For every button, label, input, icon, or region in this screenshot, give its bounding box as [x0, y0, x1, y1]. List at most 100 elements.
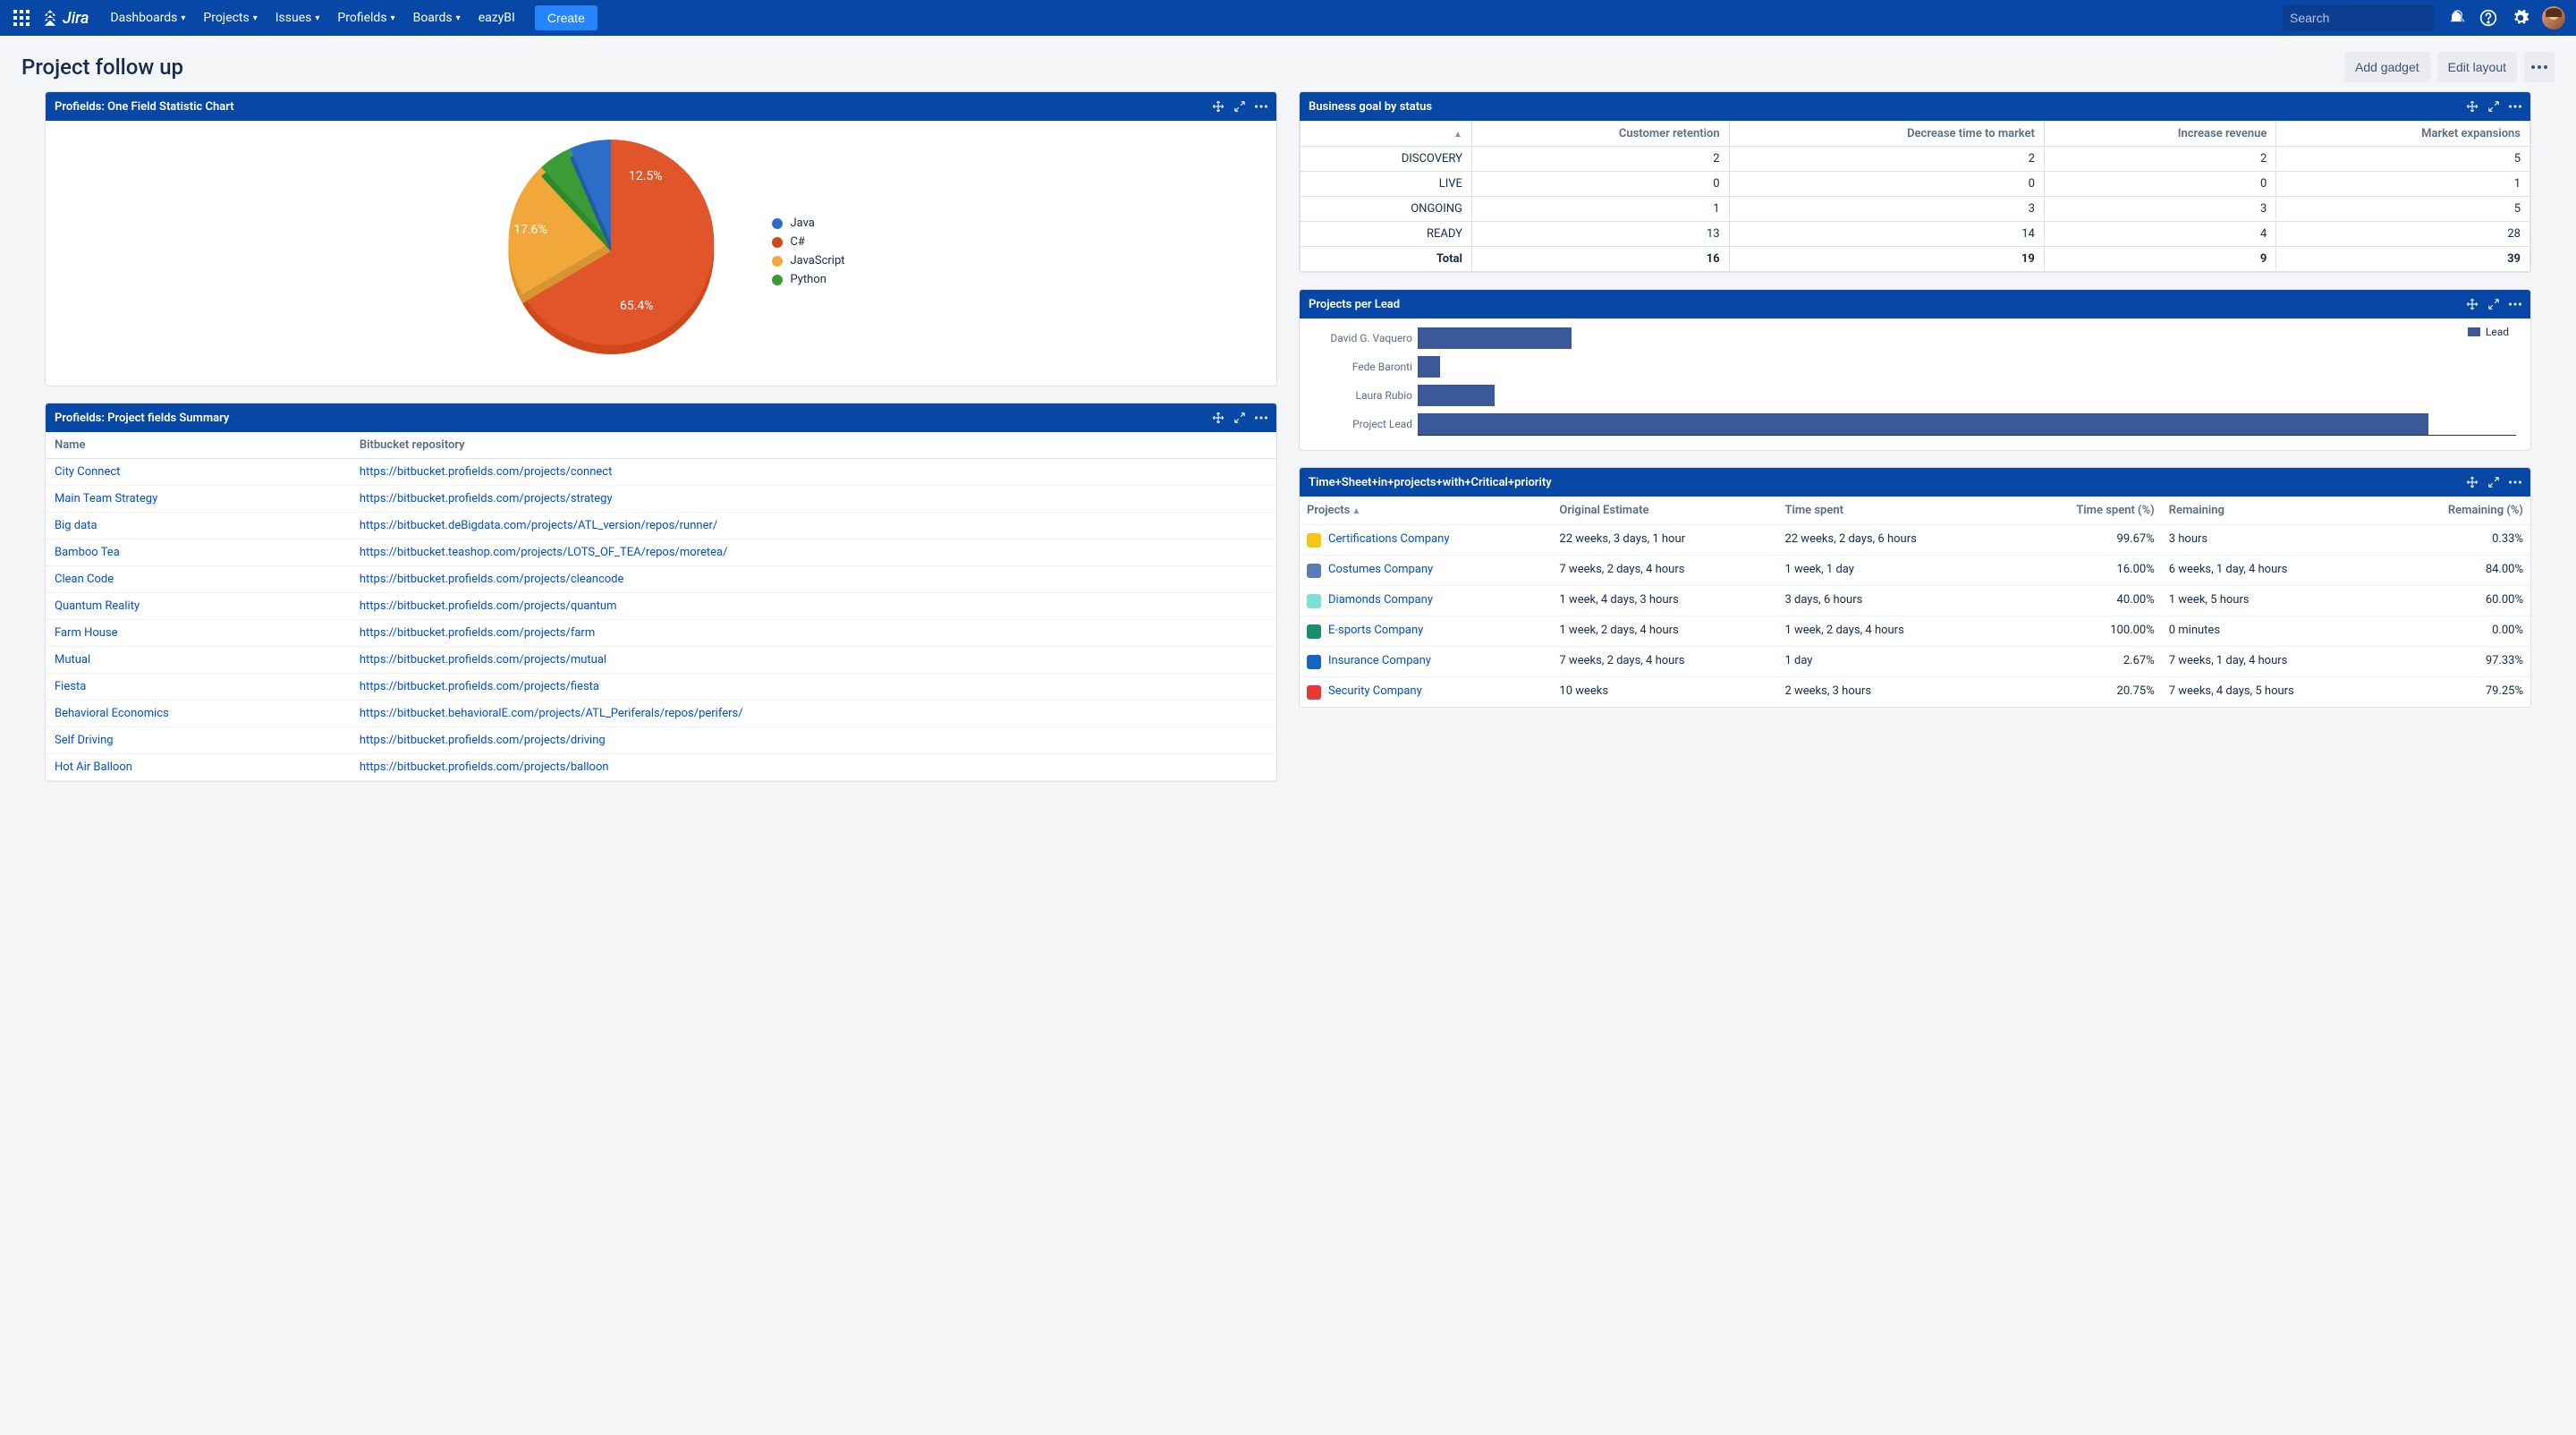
nav-item-boards[interactable]: Boards▾ [404, 0, 470, 36]
expand-icon[interactable] [2487, 298, 2500, 310]
repo-link[interactable]: https://bitbucket.teashop.com/projects/L… [360, 546, 728, 559]
project-link[interactable]: Big data [55, 519, 97, 532]
project-link[interactable]: Security Company [1328, 684, 1422, 698]
legend-swatch [772, 256, 783, 267]
business-goal-table: ▲ Customer retentionDecrease time to mark… [1300, 121, 2530, 272]
bar-row: David G. Vaquero [1314, 327, 2516, 349]
total-row: Total1619939 [1301, 247, 2530, 272]
nav-item-projects[interactable]: Projects▾ [194, 0, 266, 36]
project-link[interactable]: Farm House [55, 626, 118, 640]
col-spent-pct[interactable]: Time spent (%) [2012, 497, 2161, 525]
more-icon[interactable] [1255, 416, 1267, 420]
col-remain[interactable]: Remaining [2162, 497, 2386, 525]
nav-item-eazybi[interactable]: eazyBI [470, 0, 524, 36]
search-box[interactable] [2283, 4, 2435, 31]
bar-label: Project Lead [1314, 418, 1412, 430]
create-button[interactable]: Create [535, 5, 597, 30]
table-row: Farm House https://bitbucket.profields.co… [46, 620, 1276, 647]
repo-link[interactable]: https://bitbucket.profields.com/projects… [360, 626, 595, 640]
project-link[interactable]: E-sports Company [1328, 624, 1423, 637]
project-link[interactable]: Fiesta [55, 680, 86, 693]
notifications-icon[interactable] [2445, 7, 2467, 29]
expand-icon[interactable] [2487, 100, 2500, 113]
add-gadget-button[interactable]: Add gadget [2344, 52, 2430, 82]
table-row: Insurance Company7 weeks, 2 days, 4 hour… [1300, 647, 2530, 677]
repo-link[interactable]: https://bitbucket.profields.com/projects… [360, 599, 617, 613]
nav-item-profields[interactable]: Profields▾ [328, 0, 403, 36]
col-header[interactable]: Decrease time to market [1729, 122, 2044, 147]
repo-link[interactable]: https://bitbucket.profields.com/projects… [360, 653, 606, 667]
col-header[interactable]: Increase revenue [2044, 122, 2275, 147]
table-row: Certifications Company22 weeks, 3 days, … [1300, 525, 2530, 556]
more-icon[interactable] [1255, 105, 1267, 108]
legend-swatch [772, 218, 783, 229]
col-spent[interactable]: Time spent [1777, 497, 2012, 525]
project-link[interactable]: Behavioral Economics [55, 707, 169, 720]
col-header[interactable]: Customer retention [1471, 122, 1729, 147]
timesheet-table: Projects▲ Original Estimate Time spent T… [1300, 497, 2530, 707]
move-icon[interactable] [2466, 100, 2479, 113]
app-switcher-icon[interactable] [11, 7, 32, 29]
nav-item-issues[interactable]: Issues▾ [267, 0, 329, 36]
table-row: Big data https://bitbucket.deBigdata.com/… [46, 513, 1276, 539]
legend-swatch [772, 237, 783, 248]
expand-icon[interactable] [1233, 100, 1246, 113]
project-link[interactable]: Costumes Company [1328, 563, 1433, 576]
project-link[interactable]: City Connect [55, 465, 120, 479]
legend-item[interactable]: C# [772, 235, 844, 249]
repo-link[interactable]: https://bitbucket.behavioralE.com/projec… [360, 707, 743, 720]
more-icon[interactable] [2509, 480, 2521, 484]
col-name[interactable]: Name [46, 432, 351, 459]
user-avatar[interactable] [2542, 6, 2565, 30]
repo-link[interactable]: https://bitbucket.deBigdata.com/projects… [360, 519, 717, 532]
repo-link[interactable]: https://bitbucket.profields.com/projects… [360, 734, 606, 747]
expand-icon[interactable] [1233, 412, 1246, 424]
jira-logo[interactable]: Jira [41, 9, 89, 28]
bar-fill [1418, 385, 1495, 406]
repo-link[interactable]: https://bitbucket.profields.com/projects… [360, 760, 609, 774]
legend-item[interactable]: Java [772, 217, 844, 230]
project-link[interactable]: Clean Code [55, 573, 114, 586]
col-projects[interactable]: Projects▲ [1300, 497, 1552, 525]
project-link[interactable]: Diamonds Company [1328, 593, 1433, 607]
col-repo[interactable]: Bitbucket repository [351, 432, 1276, 459]
more-icon[interactable] [2509, 302, 2521, 306]
project-link[interactable]: Main Team Strategy [55, 492, 157, 505]
project-link[interactable]: Certifications Company [1328, 532, 1450, 546]
legend-item[interactable]: Python [772, 273, 844, 286]
move-icon[interactable] [1212, 100, 1224, 113]
col-orig[interactable]: Original Estimate [1552, 497, 1777, 525]
move-icon[interactable] [2466, 476, 2479, 488]
legend-item[interactable]: JavaScript [772, 254, 844, 267]
edit-layout-button[interactable]: Edit layout [2437, 52, 2517, 82]
move-icon[interactable] [2466, 298, 2479, 310]
chevron-down-icon: ▾ [315, 13, 319, 23]
project-icon [1307, 533, 1321, 548]
legend-swatch [772, 275, 783, 285]
col-header[interactable]: ▲ [1301, 122, 1472, 147]
repo-link[interactable]: https://bitbucket.profields.com/projects… [360, 680, 599, 693]
sort-icon: ▲ [1453, 130, 1462, 140]
bar-label: Fede Baronti [1314, 361, 1412, 373]
project-link[interactable]: Quantum Reality [55, 599, 140, 613]
project-link[interactable]: Hot Air Balloon [55, 760, 132, 774]
move-icon[interactable] [1212, 412, 1224, 424]
project-link[interactable]: Mutual [55, 653, 90, 667]
project-link[interactable]: Insurance Company [1328, 654, 1431, 667]
search-input[interactable] [2290, 11, 2452, 25]
repo-link[interactable]: https://bitbucket.profields.com/projects… [360, 492, 613, 505]
help-icon[interactable] [2478, 7, 2499, 29]
summary-table: Name Bitbucket repository City Connect ht… [46, 432, 1276, 781]
col-header[interactable]: Market expansions [2276, 122, 2530, 147]
project-link[interactable]: Bamboo Tea [55, 546, 120, 559]
settings-icon[interactable] [2510, 7, 2531, 29]
more-icon[interactable] [2509, 105, 2521, 108]
nav-item-dashboards[interactable]: Dashboards▾ [101, 0, 194, 36]
project-link[interactable]: Self Driving [55, 734, 114, 747]
page-header: Project follow up Add gadget Edit layout [0, 36, 2576, 91]
more-actions-button[interactable] [2524, 52, 2555, 82]
expand-icon[interactable] [2487, 476, 2500, 488]
col-remain-pct[interactable]: Remaining (%) [2386, 497, 2530, 525]
repo-link[interactable]: https://bitbucket.profields.com/projects… [360, 465, 613, 479]
repo-link[interactable]: https://bitbucket.profields.com/projects… [360, 573, 624, 586]
